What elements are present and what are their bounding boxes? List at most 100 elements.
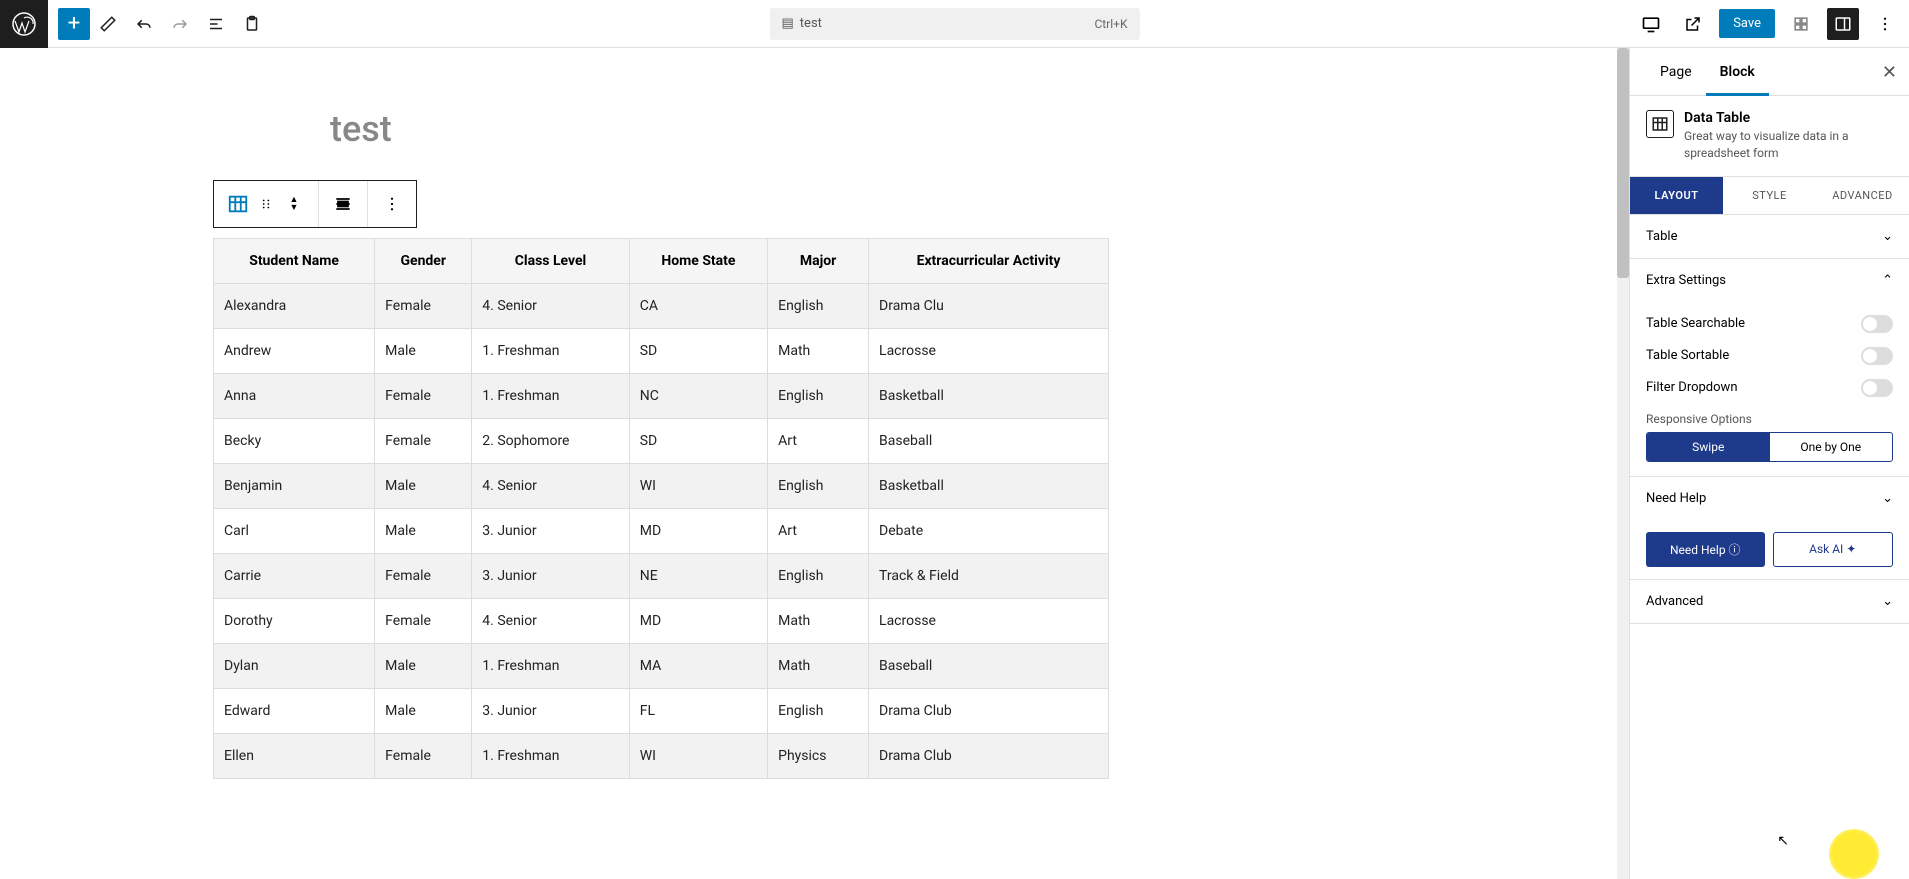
table-cell[interactable]: Female bbox=[375, 374, 472, 419]
move-arrows-icon[interactable]: ▲▼ bbox=[282, 192, 306, 216]
table-cell[interactable]: NE bbox=[629, 554, 767, 599]
table-cell[interactable]: Ellen bbox=[214, 734, 375, 779]
table-cell[interactable]: Female bbox=[375, 599, 472, 644]
table-header-cell[interactable]: Gender bbox=[375, 239, 472, 284]
external-link-icon[interactable] bbox=[1677, 8, 1709, 40]
settings-panel-toggle-icon[interactable] bbox=[1827, 8, 1859, 40]
table-cell[interactable]: Drama Clu bbox=[869, 284, 1109, 329]
table-cell[interactable]: Basketball bbox=[869, 374, 1109, 419]
table-cell[interactable]: Math bbox=[768, 644, 869, 689]
table-cell[interactable]: Becky bbox=[214, 419, 375, 464]
table-cell[interactable]: Basketball bbox=[869, 464, 1109, 509]
section-advanced[interactable]: Advanced ⌄ bbox=[1630, 580, 1909, 623]
table-cell[interactable]: Male bbox=[375, 689, 472, 734]
table-header-cell[interactable]: Class Level bbox=[472, 239, 629, 284]
ask-ai-button[interactable]: Ask AI ✦ bbox=[1773, 532, 1894, 567]
table-row[interactable]: CarlMale3. JuniorMDArtDebate bbox=[214, 509, 1109, 554]
table-cell[interactable]: Dorothy bbox=[214, 599, 375, 644]
table-searchable-toggle[interactable] bbox=[1861, 315, 1893, 333]
table-cell[interactable]: 4. Senior bbox=[472, 284, 629, 329]
table-cell[interactable]: MD bbox=[629, 509, 767, 554]
subtab-layout[interactable]: LAYOUT bbox=[1630, 177, 1723, 214]
table-cell[interactable]: Male bbox=[375, 464, 472, 509]
table-row[interactable]: AlexandraFemale4. SeniorCAEnglishDrama C… bbox=[214, 284, 1109, 329]
table-cell[interactable]: Art bbox=[768, 419, 869, 464]
table-cell[interactable]: 1. Freshman bbox=[472, 644, 629, 689]
table-cell[interactable]: NC bbox=[629, 374, 767, 419]
table-cell[interactable]: Alexandra bbox=[214, 284, 375, 329]
table-cell[interactable]: Math bbox=[768, 599, 869, 644]
table-cell[interactable]: Drama Club bbox=[869, 689, 1109, 734]
document-overview-icon[interactable] bbox=[198, 0, 234, 48]
table-cell[interactable]: 3. Junior bbox=[472, 689, 629, 734]
table-cell[interactable]: 2. Sophomore bbox=[472, 419, 629, 464]
table-cell[interactable]: 1. Freshman bbox=[472, 734, 629, 779]
table-cell[interactable]: Lacrosse bbox=[869, 599, 1109, 644]
table-cell[interactable]: Math bbox=[768, 329, 869, 374]
undo-icon[interactable] bbox=[126, 0, 162, 48]
desktop-view-icon[interactable] bbox=[1635, 8, 1667, 40]
table-cell[interactable]: 1. Freshman bbox=[472, 374, 629, 419]
document-command-bar[interactable]: ▤ test Ctrl+K bbox=[770, 8, 1140, 40]
table-cell[interactable]: Male bbox=[375, 329, 472, 374]
table-cell[interactable]: SD bbox=[629, 329, 767, 374]
plugin-icon[interactable] bbox=[1785, 8, 1817, 40]
table-header-cell[interactable]: Home State bbox=[629, 239, 767, 284]
close-sidebar-icon[interactable]: ✕ bbox=[1882, 62, 1897, 83]
table-cell[interactable]: Baseball bbox=[869, 419, 1109, 464]
responsive-onebyone-button[interactable]: One by One bbox=[1770, 433, 1893, 461]
table-row[interactable]: EdwardMale3. JuniorFLEnglishDrama Club bbox=[214, 689, 1109, 734]
edit-tool-icon[interactable] bbox=[90, 0, 126, 48]
table-header-cell[interactable]: Student Name bbox=[214, 239, 375, 284]
table-cell[interactable]: Debate bbox=[869, 509, 1109, 554]
section-table[interactable]: Table ⌄ bbox=[1630, 215, 1909, 258]
redo-icon[interactable] bbox=[162, 0, 198, 48]
tab-block[interactable]: Block bbox=[1706, 48, 1769, 96]
table-cell[interactable]: Benjamin bbox=[214, 464, 375, 509]
save-button[interactable]: Save bbox=[1719, 9, 1775, 38]
wordpress-logo[interactable] bbox=[0, 0, 48, 48]
clipboard-icon[interactable] bbox=[234, 0, 270, 48]
table-cell[interactable]: English bbox=[768, 554, 869, 599]
table-cell[interactable]: WI bbox=[629, 464, 767, 509]
filter-dropdown-toggle[interactable] bbox=[1861, 379, 1893, 397]
table-row[interactable]: BeckyFemale2. SophomoreSDArtBaseball bbox=[214, 419, 1109, 464]
table-cell[interactable]: Female bbox=[375, 284, 472, 329]
table-cell[interactable]: WI bbox=[629, 734, 767, 779]
table-header-cell[interactable]: Major bbox=[768, 239, 869, 284]
editor-scrollbar[interactable] bbox=[1617, 48, 1629, 879]
table-cell[interactable]: SD bbox=[629, 419, 767, 464]
tab-page[interactable]: Page bbox=[1646, 48, 1706, 96]
table-header-cell[interactable]: Extracurricular Activity bbox=[869, 239, 1109, 284]
table-cell[interactable]: Track & Field bbox=[869, 554, 1109, 599]
table-cell[interactable]: English bbox=[768, 374, 869, 419]
block-more-icon[interactable] bbox=[380, 192, 404, 216]
section-need-help[interactable]: Need Help ⌄ bbox=[1630, 477, 1909, 520]
table-row[interactable]: BenjaminMale4. SeniorWIEnglishBasketball bbox=[214, 464, 1109, 509]
table-cell[interactable]: FL bbox=[629, 689, 767, 734]
table-cell[interactable]: Male bbox=[375, 509, 472, 554]
subtab-advanced[interactable]: ADVANCED bbox=[1816, 177, 1909, 214]
table-cell[interactable]: 1. Freshman bbox=[472, 329, 629, 374]
drag-handle-icon[interactable] bbox=[254, 192, 278, 216]
data-table-block[interactable]: Student NameGenderClass LevelHome StateM… bbox=[213, 238, 1109, 779]
table-cell[interactable]: Female bbox=[375, 734, 472, 779]
table-cell[interactable]: 4. Senior bbox=[472, 599, 629, 644]
table-row[interactable]: AndrewMale1. FreshmanSDMathLacrosse bbox=[214, 329, 1109, 374]
block-type-table-icon[interactable] bbox=[226, 192, 250, 216]
table-cell[interactable]: Baseball bbox=[869, 644, 1109, 689]
table-cell[interactable]: Lacrosse bbox=[869, 329, 1109, 374]
table-row[interactable]: DorothyFemale4. SeniorMDMathLacrosse bbox=[214, 599, 1109, 644]
table-cell[interactable]: Carrie bbox=[214, 554, 375, 599]
more-options-icon[interactable] bbox=[1869, 8, 1901, 40]
table-cell[interactable]: English bbox=[768, 464, 869, 509]
table-cell[interactable]: Drama Club bbox=[869, 734, 1109, 779]
add-block-button[interactable]: + bbox=[58, 8, 90, 40]
table-cell[interactable]: Male bbox=[375, 644, 472, 689]
responsive-swipe-button[interactable]: Swipe bbox=[1647, 433, 1770, 461]
table-cell[interactable]: Dylan bbox=[214, 644, 375, 689]
table-row[interactable]: CarrieFemale3. JuniorNEEnglishTrack & Fi… bbox=[214, 554, 1109, 599]
table-row[interactable]: EllenFemale1. FreshmanWIPhysicsDrama Clu… bbox=[214, 734, 1109, 779]
table-cell[interactable]: English bbox=[768, 284, 869, 329]
table-row[interactable]: AnnaFemale1. FreshmanNCEnglishBasketball bbox=[214, 374, 1109, 419]
